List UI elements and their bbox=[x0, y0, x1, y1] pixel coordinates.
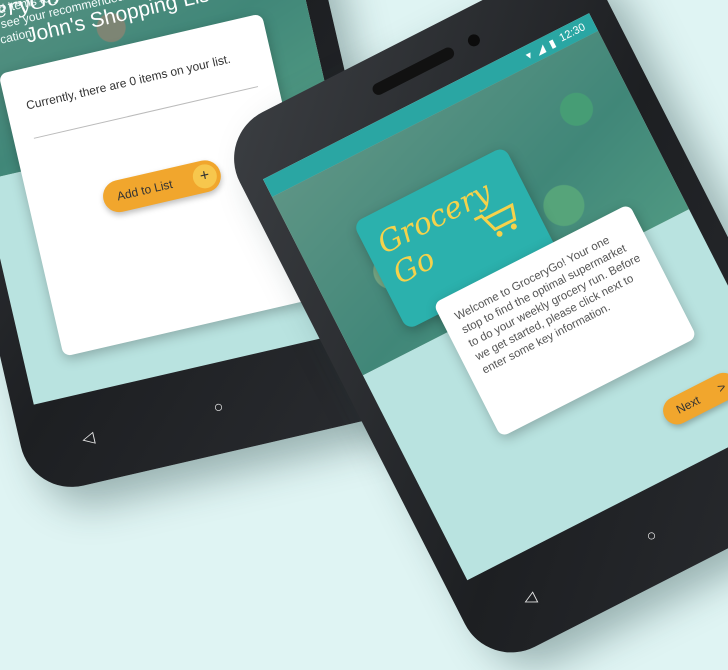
back-icon[interactable]: ◁ bbox=[80, 427, 97, 449]
add-to-list-label: Add to List bbox=[115, 177, 174, 204]
home-icon[interactable]: ○ bbox=[644, 526, 661, 546]
next-label: Next bbox=[673, 392, 703, 417]
plus-icon: + bbox=[190, 161, 220, 191]
add-to-list-button[interactable]: Add to List + bbox=[99, 157, 225, 216]
back-icon[interactable]: ◁ bbox=[520, 587, 540, 610]
home-icon[interactable]: ○ bbox=[212, 398, 225, 418]
wifi-icon: ▾ bbox=[523, 48, 535, 63]
camera bbox=[465, 32, 482, 49]
signal-icon: ◢ bbox=[534, 42, 548, 57]
battery-icon: ▮ bbox=[546, 36, 558, 51]
chevron-right-icon: > bbox=[714, 378, 728, 396]
next-button[interactable]: Next > bbox=[658, 368, 728, 430]
screen-welcome: ▾ ◢ ▮ 12:30 Grocery Go Welcome to Grocer… bbox=[262, 13, 728, 581]
item-count-text: Currently, there are 0 items on your lis… bbox=[24, 47, 259, 139]
